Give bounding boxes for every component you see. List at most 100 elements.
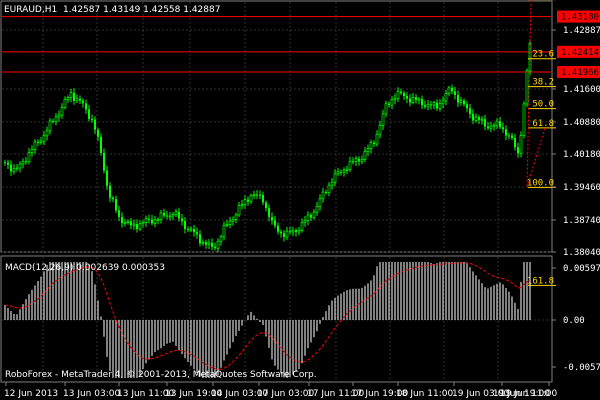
- candle-body: [421, 99, 423, 106]
- candle-body: [417, 98, 421, 101]
- candle-body: [222, 225, 226, 238]
- candle-body: [342, 169, 346, 173]
- candle-body: [348, 160, 352, 171]
- candle-body: [499, 121, 501, 128]
- candle-body: [228, 220, 232, 225]
- candle-body: [415, 97, 417, 100]
- candle-body: [48, 120, 52, 132]
- candle-body: [21, 160, 25, 165]
- price-axis: 1.42887 1.41600 1.40880 1.40180 1.39460 1.387…: [552, 10, 600, 373]
- candle-body: [411, 96, 415, 103]
- candle-body: [381, 113, 385, 126]
- macd-indicator-label: MACD(12,26,9) 0.002639 0.000353: [5, 263, 165, 273]
- candle-body: [295, 230, 297, 232]
- candle-body: [463, 100, 465, 105]
- candle-body: [193, 229, 195, 233]
- candle-body: [366, 148, 370, 152]
- candle-body: [400, 91, 402, 94]
- candle-body: [466, 104, 468, 109]
- candle-body: [345, 169, 349, 172]
- candle-body: [256, 194, 258, 196]
- candle-body: [505, 129, 507, 136]
- candle-body: [472, 113, 474, 121]
- time-tick-label: 19 Jun 19:00: [493, 389, 550, 399]
- fibo-level-label: 38.2: [532, 78, 554, 88]
- price-highlight-label: 1.41966: [561, 68, 599, 78]
- price-tick-label: 1.39460: [563, 183, 600, 193]
- candle-body: [168, 215, 172, 218]
- fibo-level-label: 161.8: [527, 276, 554, 286]
- candle-body: [312, 211, 316, 218]
- candle-body: [369, 142, 373, 150]
- candle-body: [306, 214, 310, 221]
- macd-subwindow-frame: [0, 255, 553, 383]
- candle-body: [271, 216, 273, 221]
- candle-body: [33, 141, 37, 150]
- candle-body: [454, 91, 456, 96]
- candle-body: [57, 114, 61, 118]
- candle-body: [262, 194, 264, 203]
- candle-body: [436, 102, 438, 109]
- candle-body: [259, 194, 261, 196]
- candle-body: [247, 199, 249, 202]
- macd-scale-label: 0.00: [563, 316, 585, 326]
- candle-body: [285, 230, 289, 238]
- candle-body: [181, 218, 183, 221]
- candle-body: [123, 222, 127, 224]
- candle-body: [52, 121, 54, 123]
- candle-body: [219, 236, 223, 242]
- candle-body: [360, 159, 364, 162]
- candle-body: [297, 229, 301, 233]
- candle-body: [522, 103, 526, 136]
- copyright-text: RoboForex - MetaTrader 4, © 2001-2013, M…: [5, 370, 317, 380]
- candle-body: [406, 95, 408, 99]
- candle-body: [283, 233, 285, 238]
- candle-body: [109, 185, 111, 198]
- candle-body: [130, 221, 132, 226]
- price-tick-label: 1.42887: [563, 26, 600, 36]
- candle-body: [358, 158, 360, 162]
- candle-body: [205, 242, 207, 245]
- candle-body: [144, 218, 148, 223]
- candle-body: [45, 130, 49, 137]
- time-tick-label: 13 Jun 03:00: [63, 389, 120, 399]
- candle-body: [207, 242, 211, 245]
- candle-body: [30, 148, 34, 153]
- horizontal-price-lines[interactable]: [2, 16, 551, 73]
- candle-body: [115, 199, 117, 211]
- fibo-level-label: 61.8: [532, 119, 554, 129]
- candle-body: [517, 147, 519, 154]
- candle-body: [37, 141, 39, 143]
- price-chart-canvas[interactable]: 0.023.638.250.061.8100.0161.8 1.428871.4…: [0, 0, 600, 400]
- candle-body: [373, 142, 375, 145]
- price-highlight-label: 1.42414: [561, 48, 599, 58]
- candle-body: [196, 232, 198, 235]
- symbol-label: EURAUD,H1: [4, 5, 57, 15]
- candle-body: [94, 119, 96, 130]
- candle-body: [508, 135, 510, 137]
- candle-body: [484, 119, 486, 127]
- candle-body: [103, 152, 105, 171]
- candle-body: [426, 104, 430, 108]
- candle-body: [252, 194, 256, 197]
- candle-body: [54, 116, 58, 122]
- candle-body: [363, 151, 367, 160]
- candle-body: [277, 225, 279, 232]
- price-tick-label: 1.38740: [563, 216, 600, 226]
- candle-body: [444, 93, 448, 102]
- candle-body: [289, 231, 291, 233]
- candle-body: [325, 191, 327, 193]
- metatrader-chart-window[interactable]: 0.023.638.250.061.8100.0161.8 1.428871.4…: [0, 0, 600, 400]
- candle-body: [511, 135, 513, 138]
- fibo-level-label: 0.0: [538, 0, 554, 1]
- candle-body: [268, 207, 270, 217]
- candle-body: [375, 133, 379, 145]
- candle-body: [330, 181, 334, 186]
- candle-body: [166, 215, 168, 217]
- candle-body: [388, 103, 390, 106]
- candle-body: [156, 219, 160, 221]
- candle-body: [457, 95, 459, 103]
- price-tick-label: 1.40880: [563, 118, 600, 128]
- candle-body: [201, 241, 205, 244]
- candle-body: [321, 191, 325, 200]
